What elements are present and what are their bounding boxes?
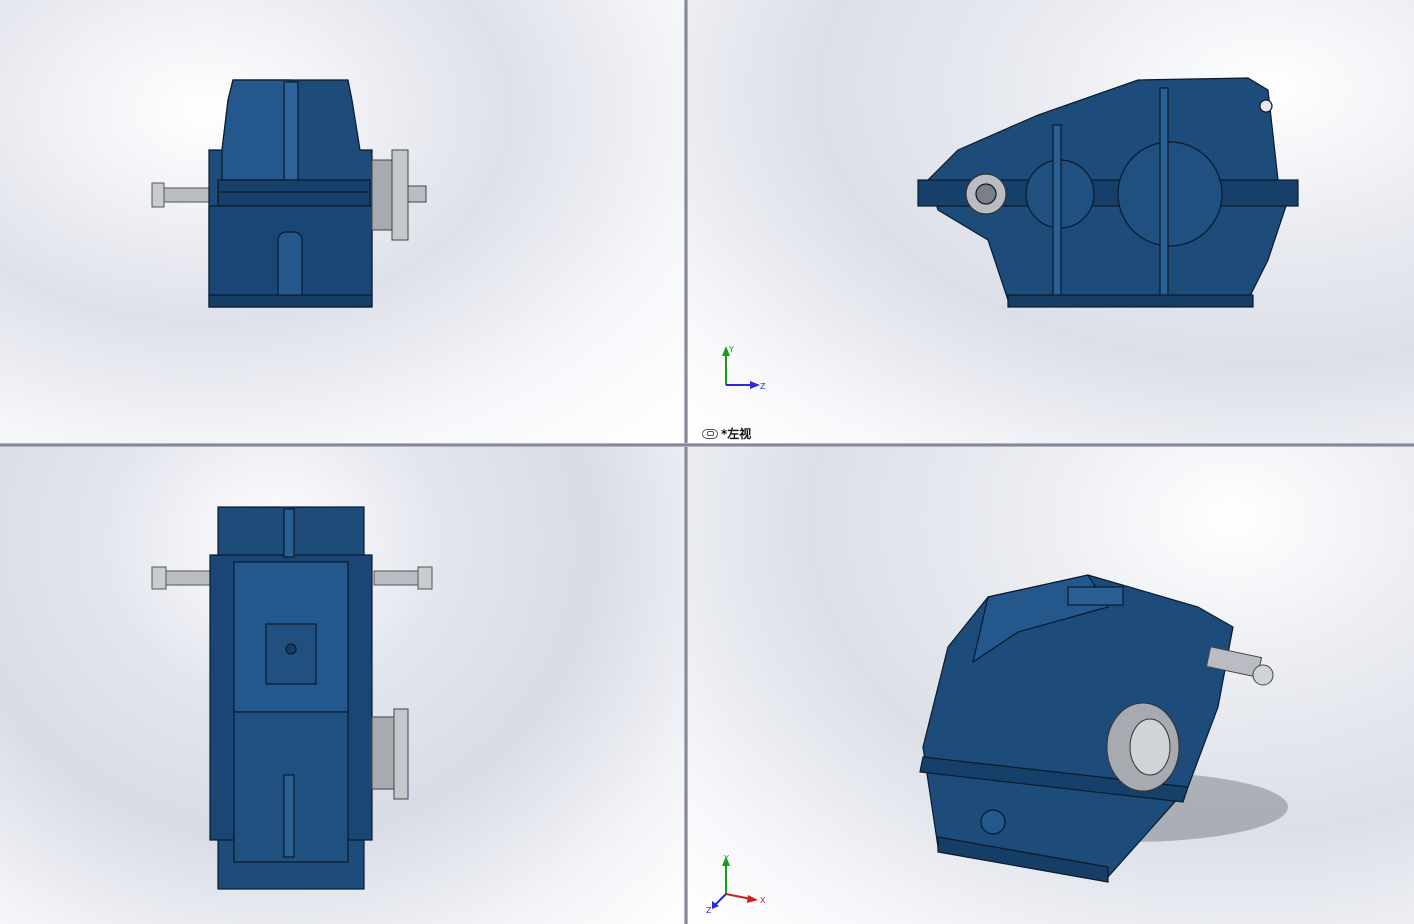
viewport-splitter-vertical[interactable] [684,0,688,924]
triad-label-y: Y [728,345,734,354]
viewport-splitter-horizontal[interactable] [0,443,1414,447]
viewport-isometric[interactable]: Y X Z [688,447,1414,924]
coordinate-triad-iso: Y X Z [706,854,766,915]
output-gear-top [371,708,409,800]
link-icon[interactable] [702,428,718,439]
viewport-top[interactable] [0,447,684,924]
triad-iso-label-y: Y [723,854,729,863]
top-view-model [151,506,433,890]
input-shaft [151,182,211,208]
output-gear [371,149,427,241]
viewport-left[interactable]: Y Z *左视 [688,0,1414,443]
triad-label-z: Z [760,382,766,391]
gearbox-housing [208,79,373,308]
gearbox-housing-top [209,506,373,890]
triad-iso-label-x: X [760,896,766,905]
front-view-model [151,79,427,308]
view-label[interactable]: *左视 [702,425,751,442]
view-label-text: *左视 [721,427,752,441]
triad-iso-label-z: Z [706,906,712,915]
viewport-front[interactable] [0,0,684,443]
coordinate-triad: Y Z [722,345,766,391]
